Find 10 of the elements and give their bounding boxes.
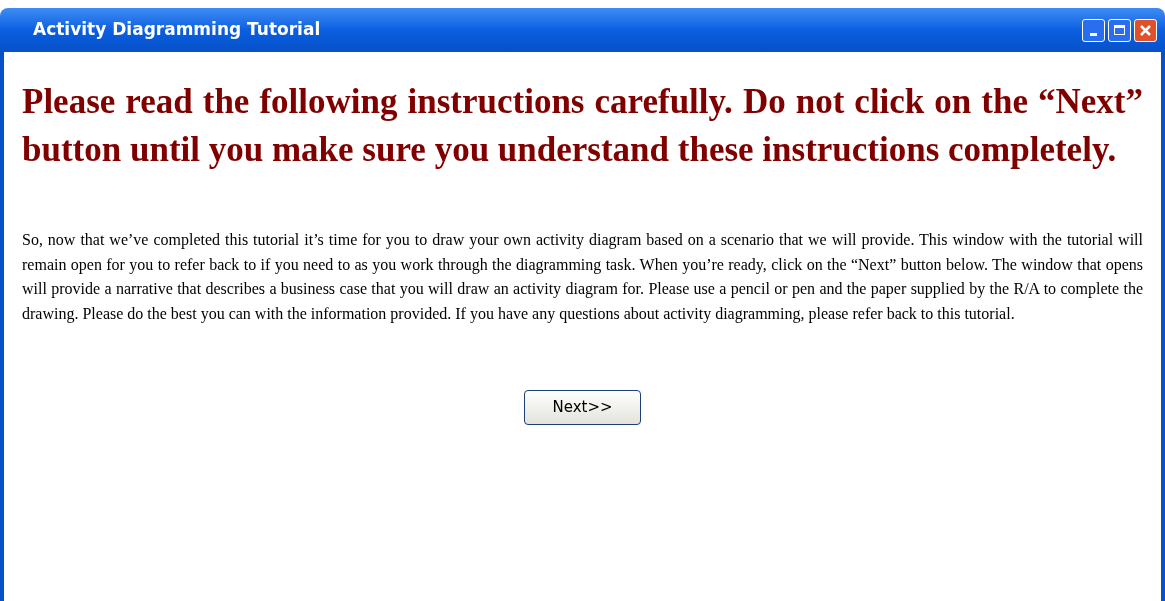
close-icon xyxy=(1140,24,1151,36)
minimize-icon xyxy=(1090,32,1097,36)
next-button[interactable]: Next>> xyxy=(524,390,641,425)
maximize-icon xyxy=(1114,25,1125,35)
instructions-heading: Please read the following instructions carefully. Do not click on the “Next” button until you make sure you understand these instructions completely. xyxy=(22,81,1143,171)
maximize-button[interactable] xyxy=(1108,18,1131,42)
close-button[interactable] xyxy=(1134,18,1157,42)
minimize-button[interactable] xyxy=(1082,18,1105,42)
window-title: Activity Diagramming Tutorial xyxy=(33,18,321,42)
instructions-paragraph: So, now that we’ve completed this tutorial it’s time for you to draw your own activity diagram based on a scenario that we will provide. This window with the tutorial will remain open for you to refer back to if you need to as you work through the diagramming task. When you’re ready, click on the “Next” button below. The window that opens will provide a narrative that describes a business case that you will draw an activity diagram for. Please use a pencil or pen and the paper supplied by the R/A to complete the drawing. Please do the best you can with the information provided. If you have any questions about activity diagramming, please refer back to this tutorial. xyxy=(22,230,1143,325)
